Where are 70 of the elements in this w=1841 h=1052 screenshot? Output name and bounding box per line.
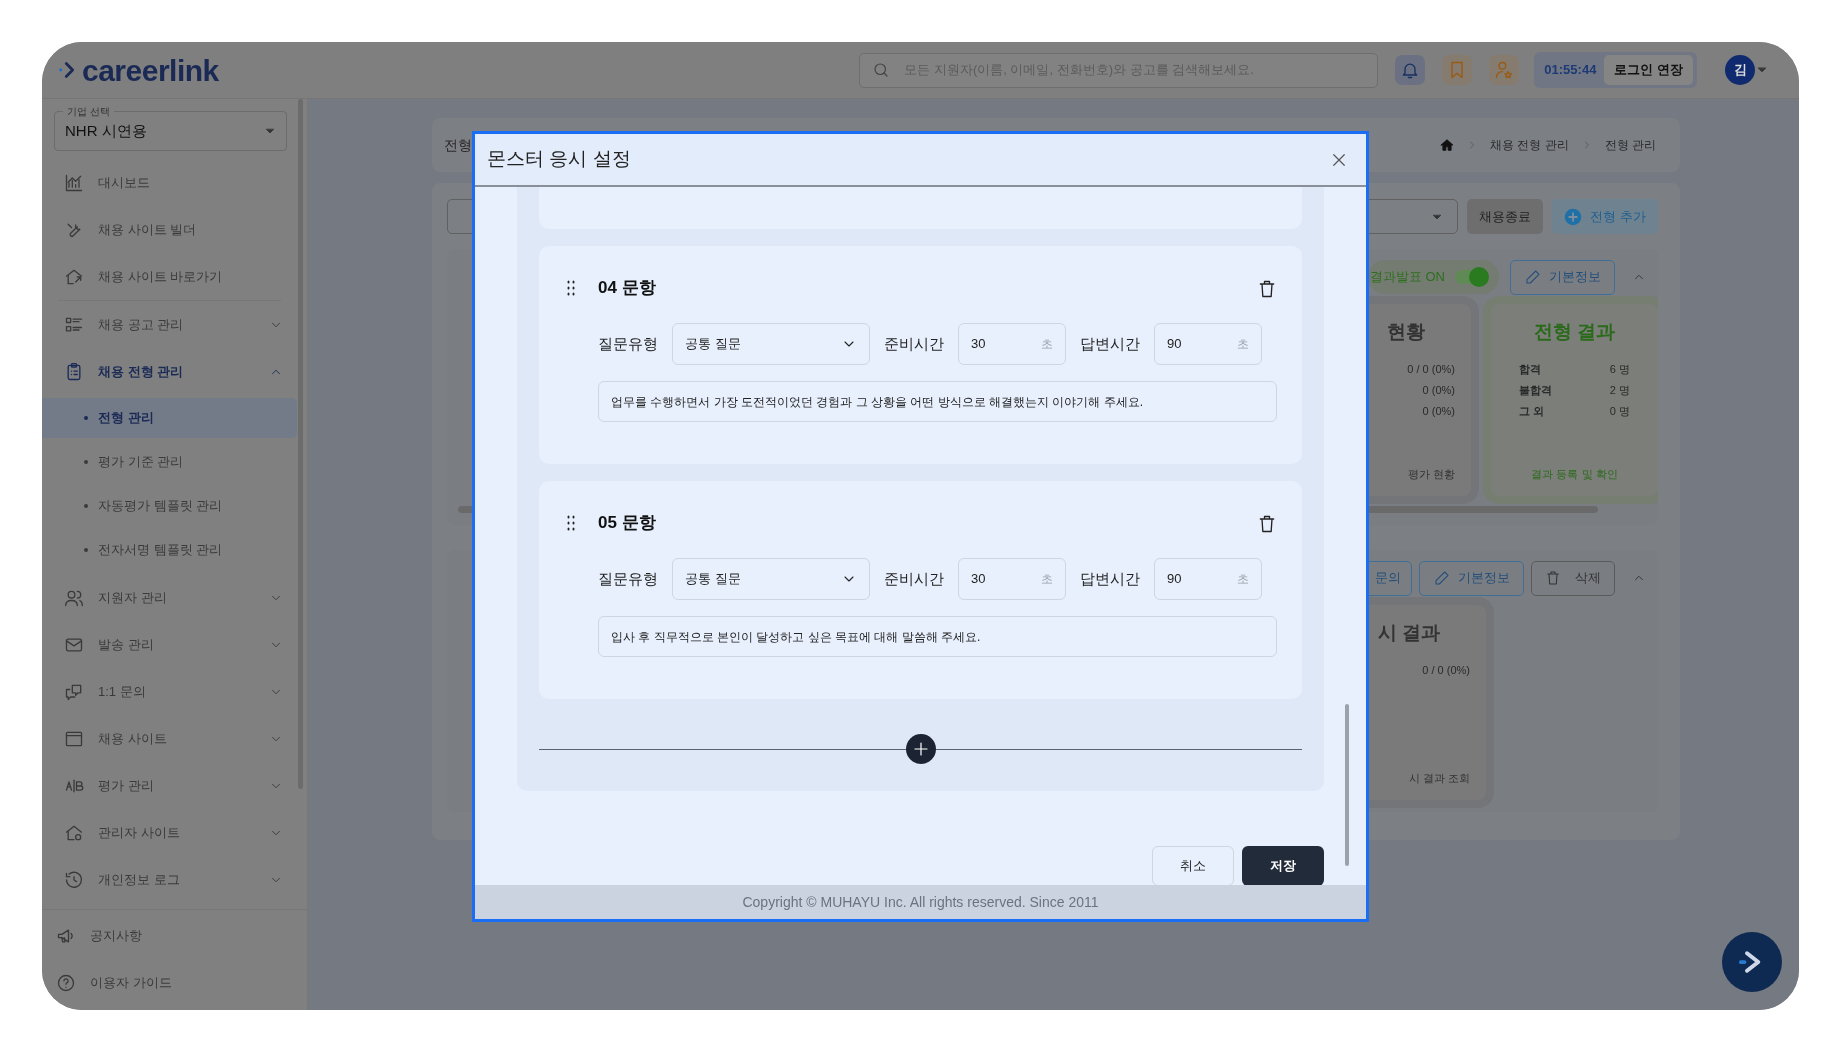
card-title: 시 결과 <box>1377 621 1440 645</box>
field-label: 준비시간 <box>884 568 944 589</box>
sidebar-item[interactable]: 관리자 사이트 <box>42 809 297 856</box>
copyright-text: Copyright © MUHAYU Inc. All rights reserved. Since 2011 <box>475 885 1366 919</box>
prep-time-field[interactable]: 30 초 <box>958 323 1066 365</box>
stat-value: 0 (0%) <box>1422 403 1455 419</box>
add-stage-button[interactable]: 전형 추가 <box>1552 199 1658 234</box>
sidebar-item[interactable]: 1:1 문의 <box>42 668 297 715</box>
sidebar-item[interactable]: 이용자 가이드 <box>42 959 307 1006</box>
sidebar-subitem[interactable]: 자동평가 템플릿 관리 <box>42 486 297 526</box>
sidebar-item[interactable]: 채용 사이트 빌더 <box>42 206 297 253</box>
sidebar-item[interactable]: 평가 관리 <box>42 762 297 809</box>
sidebar-item[interactable]: 채용 전형 관리 <box>42 348 297 395</box>
page-title: 전형 <box>444 135 472 155</box>
breadcrumb-link[interactable]: 전형 관리 <box>1604 136 1656 154</box>
answer-time-field[interactable]: 90 초 <box>1154 323 1262 365</box>
cancel-button[interactable]: 취소 <box>1152 846 1234 885</box>
stat-value: 0 / 0 (0%) <box>1407 361 1455 377</box>
stat-value: 2 명 <box>1609 382 1630 398</box>
sidebar-subitem[interactable]: 평가 기준 관리 <box>42 442 297 482</box>
sidebar-item[interactable]: 개인정보 로그 <box>42 856 297 903</box>
delete-button[interactable]: 삭제 <box>1531 560 1615 596</box>
unit-label: 초 <box>1237 336 1249 353</box>
sidebar-item[interactable]: 대시보드 <box>42 159 297 206</box>
sidebar-subitem[interactable]: 전형 관리 <box>42 398 297 438</box>
breadcrumb-link[interactable]: 채용 전형 관리 <box>1490 136 1569 154</box>
field-label: 질문유형 <box>598 568 658 589</box>
field-label: 답변시간 <box>1080 568 1140 589</box>
modal-title: 몬스터 응시 설정 <box>487 147 631 172</box>
unit-label: 초 <box>1237 571 1249 588</box>
extend-login-button[interactable]: 로그인 연장 <box>1604 55 1693 85</box>
card-title: 전형 결과 <box>1533 320 1616 344</box>
sidebar-item[interactable]: 채용 사이트 바로가기 <box>42 253 297 300</box>
unit-label: 초 <box>1041 571 1053 588</box>
session-timer: 01:55:44 <box>1544 61 1597 80</box>
end-recruit-button[interactable]: 채용종료 <box>1467 199 1544 234</box>
question-title: 04 문항 <box>598 277 656 300</box>
app-logo[interactable]: careerlink <box>58 47 219 93</box>
question-title: 05 문항 <box>598 512 656 535</box>
unit-label: 초 <box>1041 336 1053 353</box>
card-link[interactable]: 결과 등록 및 확인 <box>1507 465 1642 482</box>
stat-value: 0 (0%) <box>1422 382 1455 398</box>
stat-value: 0 / 0 (0%) <box>1422 662 1470 678</box>
stat-label: 합격 <box>1519 361 1541 377</box>
user-avatar[interactable]: 김 <box>1725 55 1755 85</box>
question-type-select[interactable]: 공통 질문 <box>672 558 870 600</box>
question-field[interactable]: 업무를 수행하면서 가장 도전적이었던 경험과 그 상황을 어떤 방식으로 해결했는지 이야기해 주세요. <box>598 381 1277 422</box>
sidebar-item[interactable]: 발송 관리 <box>42 621 297 668</box>
edit-info-button[interactable]: 기본정보 <box>1510 259 1615 295</box>
stat-value: 6 명 <box>1609 361 1630 377</box>
sidebar-item[interactable]: 공지사항 <box>42 912 307 959</box>
answer-time-field[interactable]: 90 초 <box>1154 558 1262 600</box>
save-button[interactable]: 저장 <box>1242 846 1324 885</box>
sidebar-subitem[interactable]: 전자서명 템플릿 관리 <box>42 530 297 570</box>
company-select-label: 기업 선택 <box>63 104 114 119</box>
prep-time-field[interactable]: 30 초 <box>958 558 1066 600</box>
stat-label: 그 외 <box>1519 403 1545 419</box>
sidebar-item[interactable]: 지원자 관리 <box>42 574 297 621</box>
stat-label: 불합격 <box>1519 382 1552 398</box>
question-type-select[interactable]: 공통 질문 <box>672 323 870 365</box>
field-label: 답변시간 <box>1080 333 1140 354</box>
question-field[interactable]: 입사 후 직무적으로 본인이 달성하고 싶은 목표에 대해 말씀해 주세요. <box>598 616 1277 657</box>
sidebar-item[interactable]: 채용 사이트 <box>42 715 297 762</box>
card-title: 현황 <box>1387 320 1425 344</box>
field-label: 준비시간 <box>884 333 944 354</box>
field-label: 질문유형 <box>598 333 658 354</box>
stat-value: 0 명 <box>1609 403 1630 419</box>
edit-info-button[interactable]: 기본정보 <box>1419 560 1524 596</box>
company-select-value: NHR 시연용 <box>65 120 147 141</box>
sidebar-item[interactable]: 채용 공고 관리 <box>42 301 297 348</box>
